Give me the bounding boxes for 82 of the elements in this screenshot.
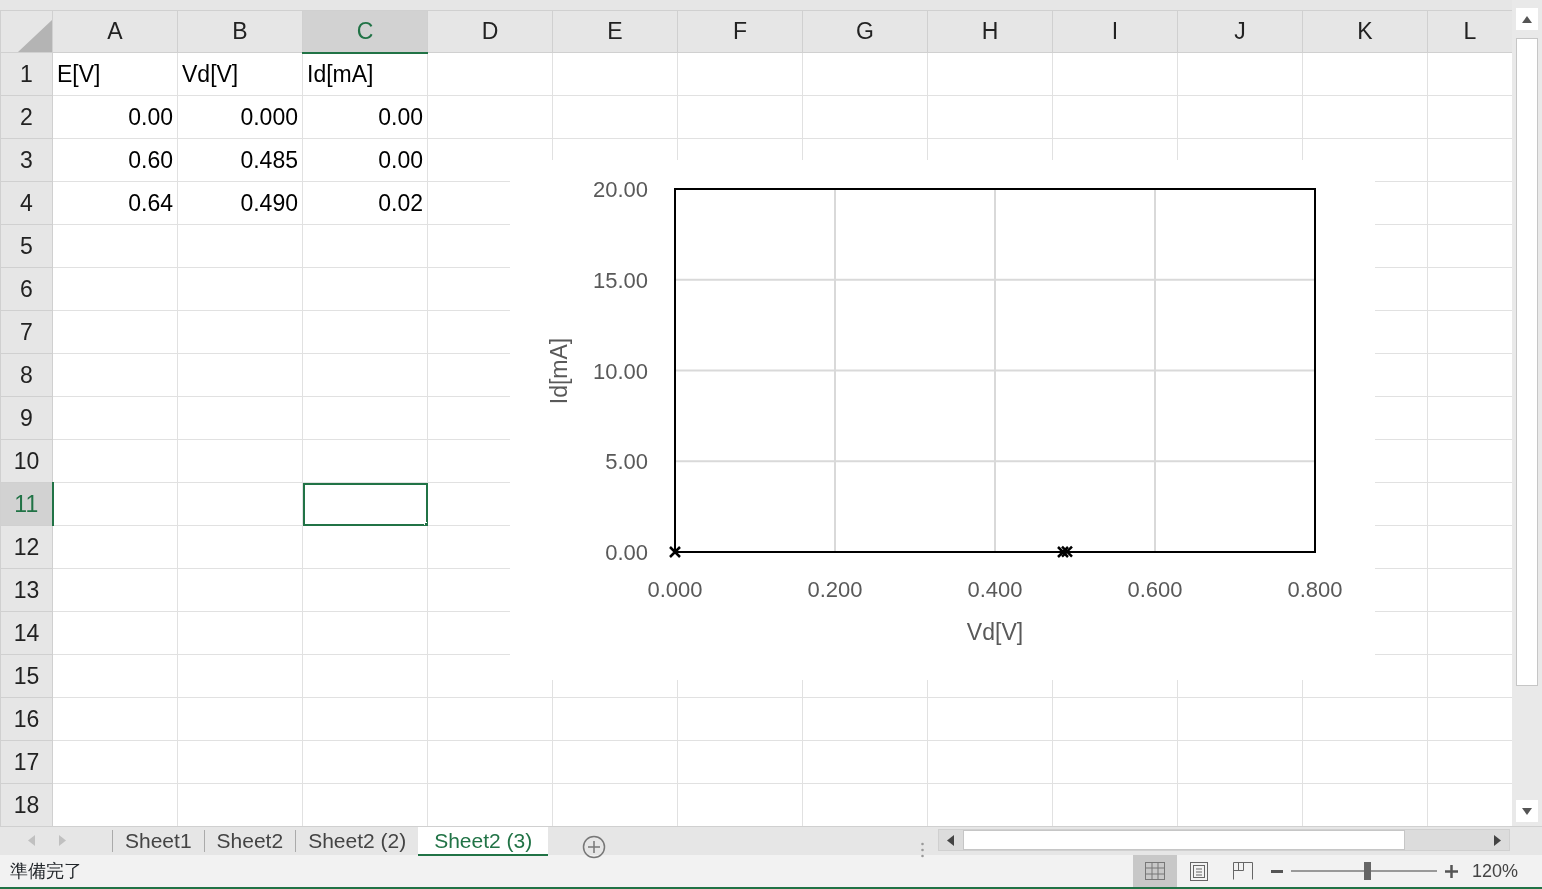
zoom-in-icon[interactable] [1444,865,1458,879]
column-header[interactable]: C [302,10,428,53]
y-tick-label: 0.00 [605,540,648,565]
y-tick-label: 10.00 [592,358,648,384]
table-cell: 0.00 [52,95,178,139]
scroll-down-icon[interactable] [1522,807,1532,815]
table-cell: E[V] [52,52,178,96]
row-header[interactable]: 9 [0,396,53,440]
table-cell: 0.00 [302,138,428,182]
row-header[interactable]: 4 [0,181,53,225]
column-header[interactable]: B [177,10,303,53]
row-header[interactable]: 11 [0,482,53,526]
row-header[interactable]: 6 [0,267,53,311]
chart-area[interactable]: 0.00 5.00 10.00 15.00 20.00 0.000 0.200 0.400 0.600 0.800 Vd[V] Id[mA] [510,160,1375,680]
row-header[interactable]: 12 [0,525,53,569]
column-header[interactable]: F [677,10,803,53]
scroll-left-icon[interactable] [947,835,954,846]
sheet-tab[interactable]: Sheet2 [203,830,296,852]
x-tick-label: 0.600 [1127,577,1183,602]
data-point-marker [668,545,682,559]
row-header[interactable]: 5 [0,224,53,268]
sheet-tab[interactable]: Sheet2 (3) [418,827,549,856]
vertical-scrollbar[interactable] [1512,0,1542,826]
x-axis-title: Vd[V] [966,619,1024,645]
row-header[interactable]: 18 [0,783,53,826]
table-cell: 0.485 [177,138,303,182]
y-axis-title: Id[mA] [546,337,572,405]
row-header[interactable]: 3 [0,138,53,182]
y-tick-label: 20.00 [592,177,648,202]
row-header[interactable]: 14 [0,611,53,655]
page-layout-icon [1189,861,1208,881]
table-cell: 0.60 [52,138,178,182]
zoom-slider-thumb[interactable] [1363,862,1371,880]
column-header[interactable]: G [802,10,928,53]
row-header[interactable]: 10 [0,439,53,483]
row-header[interactable]: 1 [0,52,53,96]
scrollbar-thumb[interactable] [963,830,1405,850]
zoom-level[interactable]: 120% [1471,857,1518,885]
data-point-marker [1060,545,1074,558]
row-header[interactable]: 15 [0,654,53,698]
y-tick-label: 5.00 [605,449,648,475]
splitter-handle-icon[interactable] [921,842,924,859]
row-header[interactable]: 2 [0,95,53,139]
y-tick-label: 15.00 [592,267,648,293]
column-header[interactable]: E [552,10,678,53]
column-header[interactable]: H [927,10,1053,53]
scroll-right-icon[interactable] [1494,835,1501,846]
add-sheet-icon[interactable] [582,835,607,860]
column-header[interactable]: J [1177,10,1303,53]
row-header[interactable]: 17 [0,740,53,784]
corner-triangle-icon [18,20,52,52]
view-button[interactable] [1132,855,1177,887]
status-text: 準備完了 [9,859,82,883]
grid-view-icon [1144,862,1165,880]
column-header[interactable]: L [1427,10,1512,53]
table-cell: 0.64 [52,181,178,225]
column-header[interactable]: K [1302,10,1428,53]
x-tick-label: 0.200 [807,577,863,602]
row-header[interactable]: 16 [0,697,53,741]
data-point-marker [1056,545,1070,559]
row-header[interactable]: 13 [0,568,53,612]
column-header[interactable]: A [52,10,178,53]
zoom-out-icon[interactable] [1270,869,1283,873]
table-cell: 0.02 [302,181,428,225]
x-tick-label: 0.400 [967,577,1023,602]
table-cell: Vd[V] [177,52,303,96]
row-header[interactable]: 7 [0,310,53,354]
selected-cell[interactable] [302,482,428,526]
scroll-up-icon[interactable] [1522,15,1532,23]
sheet-tab[interactable]: Sheet1 [112,830,204,852]
column-header[interactable]: I [1052,10,1178,53]
scrollbar-thumb[interactable] [1516,38,1538,686]
page-break-icon [1232,862,1253,880]
column-header[interactable]: D [427,10,553,53]
x-tick-label: 0.000 [647,577,703,602]
table-cell: 0.000 [177,95,303,139]
row-header[interactable]: 8 [0,353,53,397]
table-cell: Id[mA] [302,52,428,96]
horizontal-scrollbar[interactable] [938,829,1510,851]
table-cell: 0.490 [177,181,303,225]
table-cell: 0.00 [302,95,428,139]
x-tick-label: 0.800 [1287,577,1343,602]
